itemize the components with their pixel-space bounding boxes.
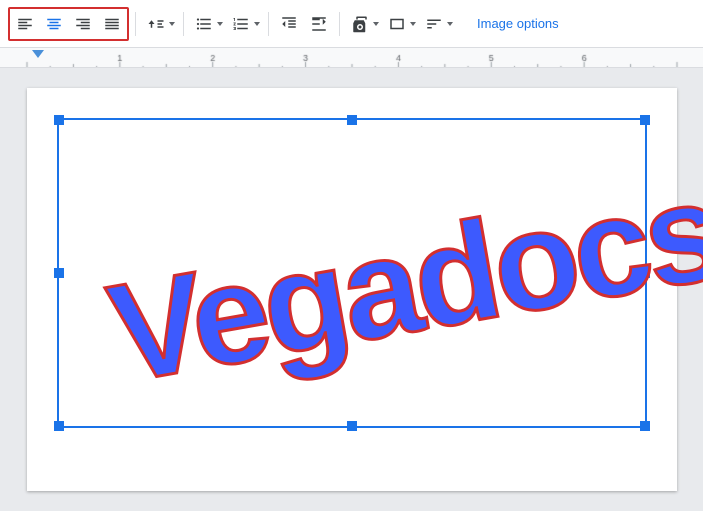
handle-middle-left[interactable] (54, 268, 64, 278)
format-arrow (373, 22, 379, 26)
line-spacing-button[interactable] (142, 10, 177, 38)
align-left-button[interactable] (11, 10, 39, 38)
bulleted-list-icon (192, 10, 216, 38)
toolbar: Image options (0, 0, 703, 48)
alignment-group (8, 7, 129, 41)
format-button[interactable] (346, 10, 381, 38)
handle-top-middle[interactable] (347, 115, 357, 125)
align-right-button[interactable] (69, 10, 97, 38)
align-center-button[interactable] (40, 10, 68, 38)
decrease-indent-button[interactable] (275, 10, 303, 38)
format-icon (348, 10, 372, 38)
paragraph-style-arrow (410, 22, 416, 26)
more-options-icon (422, 10, 446, 38)
bulleted-list-arrow (217, 22, 223, 26)
handle-top-left[interactable] (54, 115, 64, 125)
separator-4 (339, 12, 340, 36)
ruler (0, 48, 703, 68)
paragraph-style-button[interactable] (383, 10, 418, 38)
align-justify-button[interactable] (98, 10, 126, 38)
separator-3 (268, 12, 269, 36)
numbered-list-icon (229, 10, 253, 38)
numbered-list-button[interactable] (227, 10, 262, 38)
image-options-button[interactable]: Image options (465, 10, 571, 37)
separator-2 (183, 12, 184, 36)
document-page: Vegadocs (27, 88, 677, 491)
handle-bottom-left[interactable] (54, 421, 64, 431)
line-spacing-arrow (169, 22, 175, 26)
line-spacing-icon (144, 10, 168, 38)
numbered-list-arrow (254, 22, 260, 26)
bulleted-list-button[interactable] (190, 10, 225, 38)
image-box[interactable]: Vegadocs (57, 118, 647, 428)
image-options-label: Image options (477, 16, 559, 31)
paragraph-style-icon (385, 10, 409, 38)
more-options-button[interactable] (420, 10, 455, 38)
handle-bottom-right[interactable] (640, 421, 650, 431)
separator-1 (135, 12, 136, 36)
watermark-text: Vegadocs (98, 149, 703, 415)
ruler-marker (32, 50, 44, 58)
document-area: Vegadocs (0, 68, 703, 511)
handle-top-right[interactable] (640, 115, 650, 125)
handle-bottom-middle[interactable] (347, 421, 357, 431)
increase-indent-button[interactable] (305, 10, 333, 38)
more-options-arrow (447, 22, 453, 26)
